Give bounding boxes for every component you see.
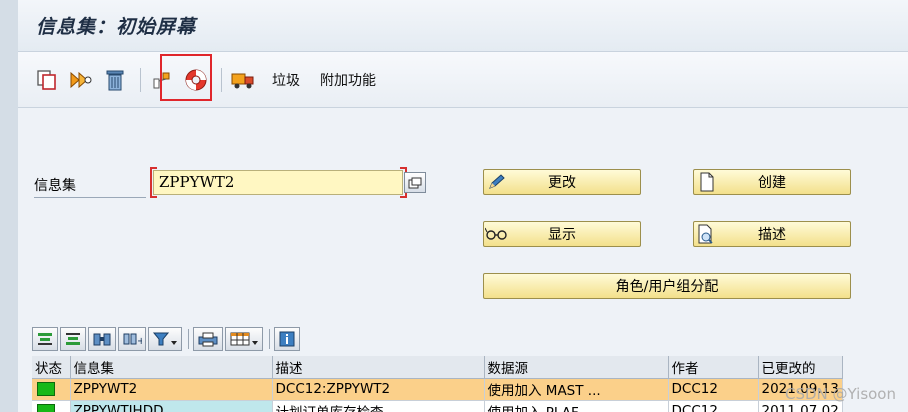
- describe-label: 描述: [758, 227, 786, 243]
- create-label: 创建: [758, 175, 786, 191]
- grid-toolbar-separator: [269, 329, 270, 349]
- glasses-icon: [485, 227, 507, 240]
- column-header-status[interactable]: 状态: [32, 356, 71, 379]
- table-row[interactable]: ZPPYWT2 DCC12:ZPPYWT2 使用加入 MAST ... DCC1…: [32, 378, 843, 401]
- copy-icon: [37, 69, 56, 90]
- title-bar: 信息集：初始屏幕: [18, 0, 908, 52]
- sort-descending-button[interactable]: [60, 327, 86, 351]
- grid-toolbar-separator: [188, 329, 189, 349]
- grid-toolbar: +: [32, 326, 302, 352]
- description-cell: 计划订单库存检查: [272, 400, 485, 412]
- filter-icon: [152, 332, 177, 346]
- infoset-cell: ZPPYWTJHDD: [70, 400, 273, 412]
- create-button[interactable]: 创建: [693, 169, 851, 195]
- app-window: 信息集：初始屏幕 垃圾 附加功能 信息集 ZPPYWT2 更改 创建 显示 描述…: [18, 0, 908, 412]
- transport-icon: [70, 71, 92, 88]
- description-cell: DCC12:ZPPYWT2: [272, 378, 485, 401]
- infoset-cell: ZPPYWT2: [70, 378, 273, 401]
- document-magnify-icon: [698, 224, 713, 244]
- infoset-label: 信息集: [34, 175, 146, 198]
- datasource-cell: 使用加入 MAST ...: [484, 378, 669, 401]
- infoset-table: 状态 信息集 描述 数据源 作者 已更改的 ZPPYWT2 DCC12:ZPPY…: [32, 356, 843, 412]
- status-cell: [32, 400, 71, 412]
- find-next-icon: +: [123, 333, 142, 347]
- datasource-cell: 使用加入 PLAF...: [484, 400, 669, 412]
- truck-icon: [231, 73, 254, 88]
- sort-ascending-icon: [38, 333, 52, 345]
- status-green-icon: [37, 382, 55, 396]
- binoculars-icon: [93, 333, 111, 346]
- pencil-icon: [489, 174, 505, 189]
- toolbar-separator: [221, 67, 222, 92]
- sort-descending-icon: [66, 333, 80, 345]
- toolbar-separator: [140, 67, 141, 92]
- value-help-button[interactable]: [404, 172, 426, 193]
- column-header-description[interactable]: 描述: [272, 356, 485, 379]
- copy-button[interactable]: [32, 65, 62, 95]
- delete-icon: [106, 70, 124, 90]
- left-strip: [0, 0, 18, 412]
- infoset-input[interactable]: ZPPYWT2: [153, 170, 403, 195]
- layout-button[interactable]: [225, 327, 263, 351]
- column-header-author[interactable]: 作者: [668, 356, 759, 379]
- role-assign-label: 角色/用户组分配: [615, 279, 719, 295]
- info-button[interactable]: [274, 327, 300, 351]
- extras-menu[interactable]: 附加功能: [320, 70, 376, 90]
- transport-button[interactable]: [66, 65, 96, 95]
- main-content: 信息集 ZPPYWT2 更改 创建 显示 描述 角色/用户组分配: [18, 110, 908, 322]
- status-cell: [32, 378, 71, 401]
- page-title: 信息集：初始屏幕: [36, 16, 197, 38]
- sort-ascending-button[interactable]: [32, 327, 58, 351]
- display-button[interactable]: 显示: [483, 221, 641, 247]
- print-button[interactable]: [193, 327, 223, 351]
- delete-button[interactable]: [100, 65, 130, 95]
- describe-button[interactable]: 描述: [693, 221, 851, 247]
- find-button[interactable]: [88, 327, 116, 351]
- table-header-row: 状态 信息集 描述 数据源 作者 已更改的: [32, 356, 843, 379]
- application-toolbar: 垃圾 附加功能: [18, 52, 908, 108]
- column-header-datasource[interactable]: 数据源: [484, 356, 669, 379]
- filter-button[interactable]: [148, 327, 182, 351]
- info-icon: [279, 331, 295, 347]
- watermark: CSDN @Yisoon: [784, 385, 896, 403]
- new-document-icon: [700, 172, 714, 192]
- transport-truck-button[interactable]: [228, 65, 258, 95]
- role-assign-button[interactable]: 角色/用户组分配: [483, 273, 851, 299]
- author-cell: DCC12: [668, 378, 759, 401]
- display-label: 显示: [548, 227, 576, 243]
- column-header-infoset[interactable]: 信息集: [70, 356, 273, 379]
- value-help-icon: [408, 177, 422, 188]
- trash-menu[interactable]: 垃圾: [272, 70, 300, 90]
- status-green-icon: [37, 404, 55, 412]
- printer-icon: [198, 332, 218, 347]
- change-button[interactable]: 更改: [483, 169, 641, 195]
- table-row[interactable]: ZPPYWTJHDD 计划订单库存检查 使用加入 PLAF... DCC12 2…: [32, 400, 843, 412]
- column-header-changed[interactable]: 已更改的: [758, 356, 843, 379]
- layout-grid-icon: [230, 332, 258, 346]
- author-cell: DCC12: [668, 400, 759, 412]
- svg-text:+: +: [137, 336, 142, 347]
- change-label: 更改: [548, 175, 576, 191]
- highlight-box: [160, 54, 212, 101]
- find-next-button[interactable]: +: [118, 327, 146, 351]
